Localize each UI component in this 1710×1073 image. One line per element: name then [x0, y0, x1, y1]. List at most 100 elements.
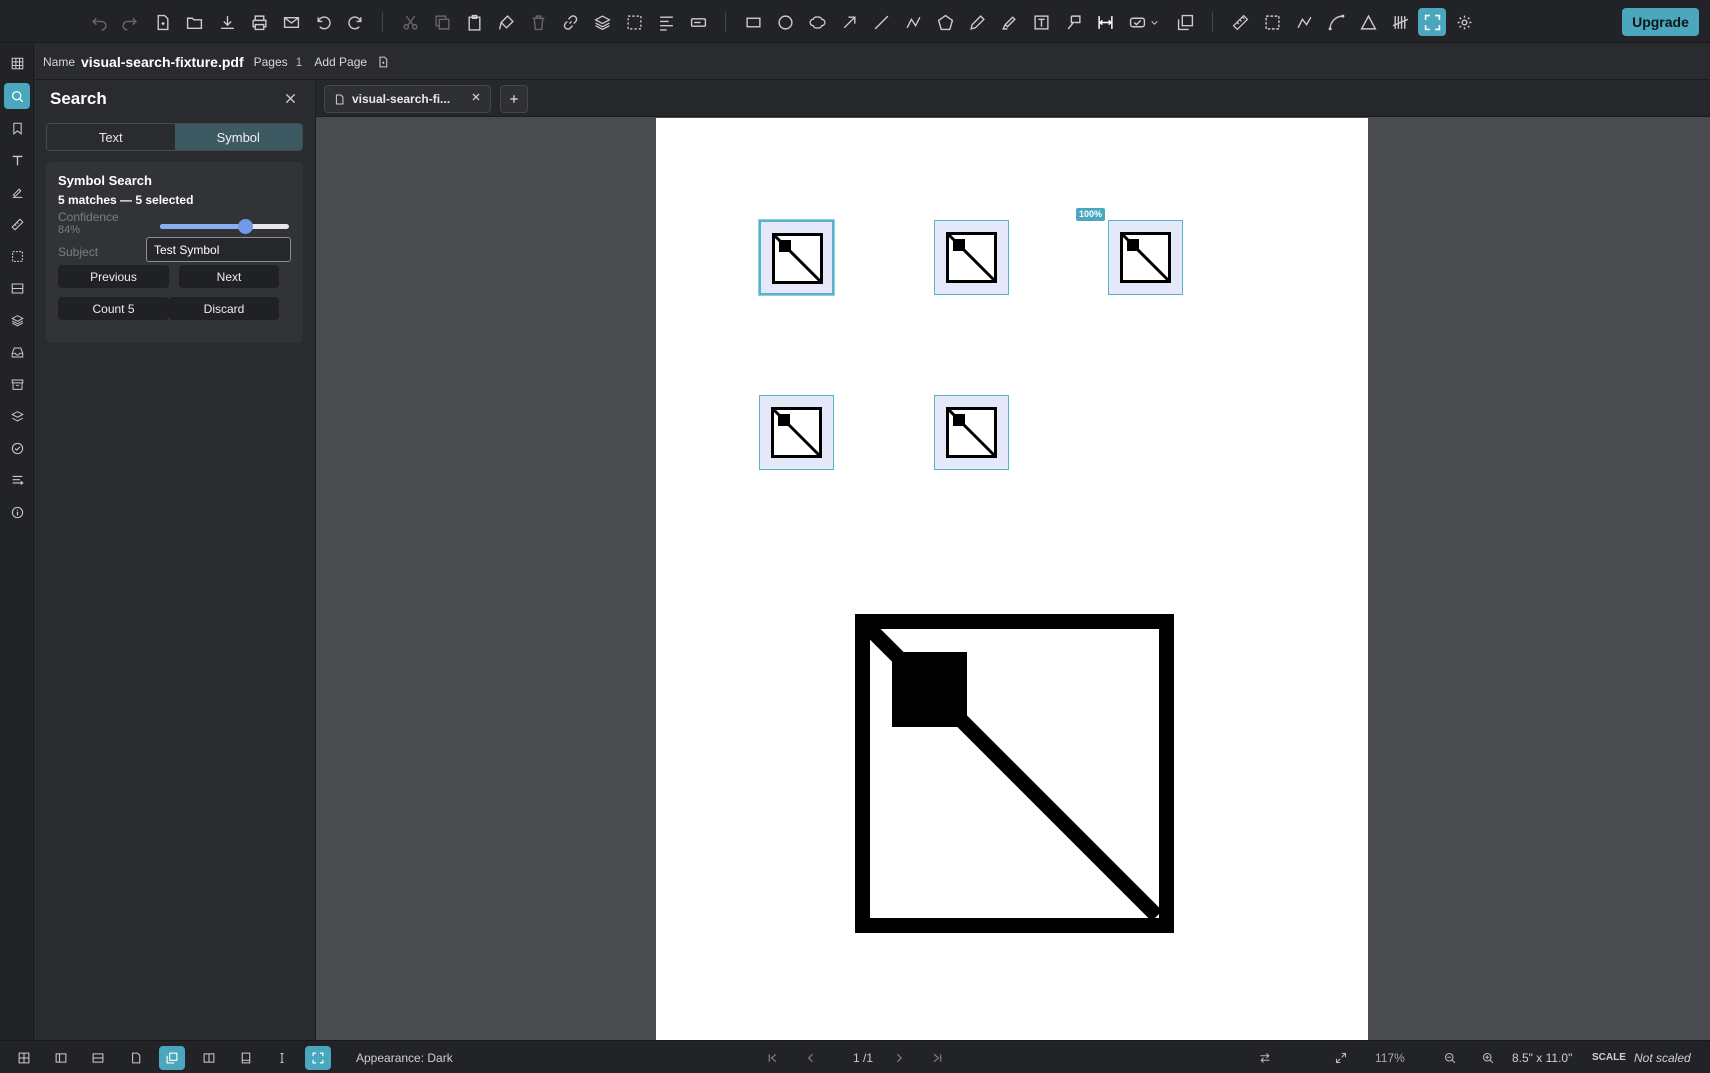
line-tool[interactable]	[867, 8, 895, 36]
rail-signature[interactable]	[4, 179, 30, 205]
count-tool[interactable]	[1386, 8, 1414, 36]
rail-archive[interactable]	[4, 371, 30, 397]
slider-thumb[interactable]	[238, 219, 254, 234]
settings-button[interactable]	[1450, 8, 1478, 36]
rail-checklist[interactable]	[4, 435, 30, 461]
rotate-cw-button[interactable]	[341, 8, 369, 36]
confidence-slider[interactable]	[160, 219, 289, 234]
rail-inbox[interactable]	[4, 339, 30, 365]
measure-area-tool[interactable]	[1258, 8, 1286, 36]
select-box-button[interactable]	[620, 8, 648, 36]
rail-stack[interactable]	[4, 403, 30, 429]
rail-search[interactable]	[4, 83, 30, 109]
next-button[interactable]: Next	[179, 265, 279, 288]
rail-properties[interactable]	[4, 467, 30, 493]
rotate-ccw-button[interactable]	[309, 8, 337, 36]
zoom-level[interactable]: 117%	[1375, 1051, 1405, 1065]
scale-value[interactable]: Not scaled	[1634, 1051, 1691, 1065]
image-tool[interactable]	[1171, 8, 1199, 36]
zoom-out-button[interactable]	[1437, 1046, 1463, 1070]
appearance-toggle[interactable]: Appearance: Dark	[356, 1051, 453, 1065]
align-button[interactable]	[652, 8, 680, 36]
cut-button[interactable]	[396, 8, 424, 36]
new-file-button[interactable]	[148, 8, 176, 36]
rail-info[interactable]	[4, 499, 30, 525]
view-overlay-button[interactable]	[159, 1046, 185, 1070]
undo-button[interactable]	[85, 8, 113, 36]
next-page-button[interactable]	[886, 1046, 912, 1070]
rail-thumbnails[interactable]	[4, 50, 30, 76]
open-button[interactable]	[180, 8, 208, 36]
document-canvas[interactable]: 100%	[316, 117, 1710, 1040]
cloud-tool[interactable]	[803, 8, 831, 36]
view-compare-button[interactable]	[196, 1046, 222, 1070]
arrow-tool[interactable]	[835, 8, 863, 36]
symbol-match[interactable]	[1108, 220, 1183, 295]
page-indicator[interactable]: 1 /1	[853, 1051, 873, 1065]
dimension-tool[interactable]	[1091, 8, 1119, 36]
paste-button[interactable]	[460, 8, 488, 36]
symbol-match[interactable]	[934, 395, 1009, 470]
measure-perimeter-tool[interactable]	[1290, 8, 1318, 36]
symbol-match[interactable]	[759, 220, 834, 295]
text-cursor-button[interactable]	[269, 1046, 295, 1070]
measure-length-tool[interactable]	[1226, 8, 1254, 36]
tab-text[interactable]: Text	[47, 124, 175, 150]
highlighter-tool[interactable]	[995, 8, 1023, 36]
file-name[interactable]: visual-search-fixture.pdf	[81, 54, 244, 70]
zoom-in-button[interactable]	[1475, 1046, 1501, 1070]
copy-button[interactable]	[428, 8, 456, 36]
layers-button[interactable]	[588, 8, 616, 36]
rectangle-tool[interactable]	[739, 8, 767, 36]
fullscreen-button[interactable]	[1418, 8, 1446, 36]
rail-forms[interactable]	[4, 275, 30, 301]
rail-measurements[interactable]	[4, 211, 30, 237]
stamp-dropdown[interactable]	[1147, 8, 1161, 36]
subject-input[interactable]	[146, 237, 291, 262]
close-tab-icon[interactable]	[472, 93, 480, 101]
tab-symbol[interactable]: Symbol	[174, 124, 302, 150]
symbol-match[interactable]	[759, 395, 834, 470]
first-page-button[interactable]	[760, 1046, 786, 1070]
view-rows-button[interactable]	[85, 1046, 111, 1070]
rail-markups[interactable]	[4, 243, 30, 269]
add-page-button[interactable]: Add Page	[314, 55, 367, 69]
measure-angle-tool[interactable]	[1354, 8, 1382, 36]
ellipse-tool[interactable]	[771, 8, 799, 36]
close-panel-button[interactable]	[280, 88, 300, 108]
pdf-page[interactable]: 100%	[656, 118, 1368, 1040]
upgrade-button[interactable]: Upgrade	[1622, 8, 1699, 36]
view-two-column-button[interactable]	[48, 1046, 74, 1070]
pen-tool[interactable]	[963, 8, 991, 36]
callout-tool[interactable]	[1059, 8, 1087, 36]
view-grid-button[interactable]	[11, 1046, 37, 1070]
fit-page-button[interactable]	[1328, 1046, 1354, 1070]
sync-view-button[interactable]	[1252, 1046, 1278, 1070]
count-button[interactable]: Count 5	[58, 297, 169, 320]
text-field-button[interactable]	[684, 8, 712, 36]
view-tablet-button[interactable]	[233, 1046, 259, 1070]
measure-arc-tool[interactable]	[1322, 8, 1350, 36]
delete-button[interactable]	[524, 8, 552, 36]
rail-bookmarks[interactable]	[4, 115, 30, 141]
fit-selection-button[interactable]	[305, 1046, 331, 1070]
discard-button[interactable]: Discard	[169, 297, 279, 320]
add-tab-button[interactable]	[500, 85, 528, 113]
symbol-match[interactable]	[934, 220, 1009, 295]
link-button[interactable]	[556, 8, 584, 36]
document-tab[interactable]: visual-search-fi...	[324, 85, 491, 113]
polygon-tool[interactable]	[931, 8, 959, 36]
prev-page-button[interactable]	[798, 1046, 824, 1070]
last-page-button[interactable]	[924, 1046, 950, 1070]
text-box-tool[interactable]	[1027, 8, 1055, 36]
format-brush-button[interactable]	[492, 8, 520, 36]
mail-button[interactable]	[277, 8, 305, 36]
previous-button[interactable]: Previous	[58, 265, 169, 288]
view-single-page-button[interactable]	[123, 1046, 149, 1070]
download-button[interactable]	[213, 8, 241, 36]
print-button[interactable]	[245, 8, 273, 36]
polyline-tool[interactable]	[899, 8, 927, 36]
add-page-icon[interactable]	[377, 56, 389, 68]
rail-layers[interactable]	[4, 307, 30, 333]
rail-text[interactable]	[4, 147, 30, 173]
